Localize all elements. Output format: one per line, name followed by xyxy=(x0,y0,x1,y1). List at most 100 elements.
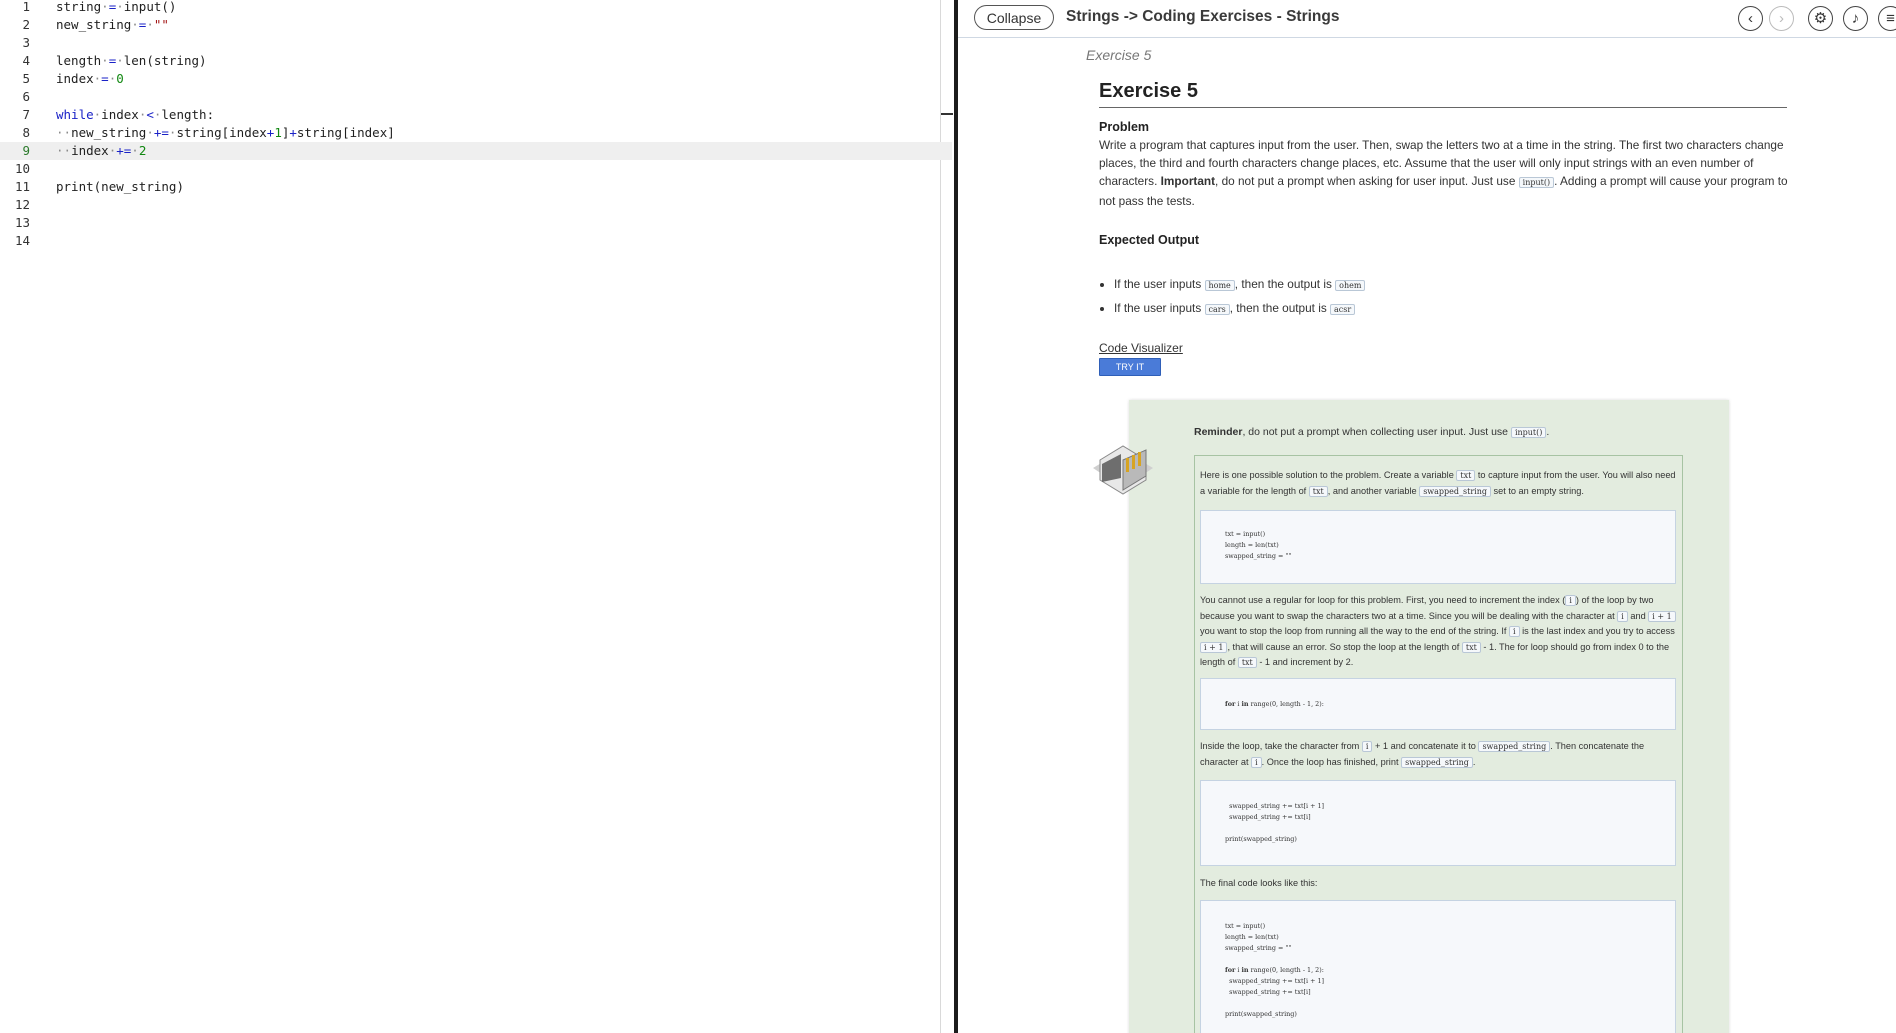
solution-text: Inside the loop, take the character from xyxy=(1200,741,1362,751)
inline-code: swapped_string xyxy=(1401,756,1473,768)
line-number: 7 xyxy=(22,107,30,122)
code-text[interactable]: string·=·input() xyxy=(56,0,176,16)
solution-paragraph: The final code looks like this: xyxy=(1200,878,1318,888)
gear-icon[interactable]: ⚙ xyxy=(1808,6,1833,31)
line-number: 14 xyxy=(14,233,30,248)
solution-text: set to an empty string. xyxy=(1490,485,1584,496)
code-text[interactable]: while·index·<·length: xyxy=(56,106,214,124)
solution-text: , and another variable xyxy=(1327,485,1420,496)
code-line[interactable]: 10 xyxy=(0,160,952,178)
scrollbar-marker xyxy=(941,113,953,115)
line-number: 10 xyxy=(14,161,30,176)
solution-box: Here is one possible solution to the pro… xyxy=(1194,455,1683,1033)
code-block-line: txt = input() xyxy=(1225,922,1266,930)
solution-paragraph: You cannot use a regular for loop for th… xyxy=(1200,593,1678,671)
code-block-line: length = len(txt) xyxy=(1225,541,1279,549)
code-block-line: print(swapped_string) xyxy=(1225,835,1297,843)
inline-code: cars xyxy=(1204,304,1230,315)
code-text[interactable]: new_string·=·"" xyxy=(56,16,169,34)
inline-code: swapped_string xyxy=(1478,741,1551,752)
code-line[interactable]: 11 print(new_string) xyxy=(0,178,952,196)
code-line[interactable]: 2 new_string·=·"" xyxy=(0,16,952,34)
code-block: swapped_string += txt[i + 1] swapped_str… xyxy=(1200,780,1676,866)
line-number: 1 xyxy=(22,0,30,14)
inline-code: txt xyxy=(1456,470,1476,481)
line-number: 9 xyxy=(22,143,30,158)
code-visualizer-link[interactable]: Code Visualizer xyxy=(1099,341,1183,355)
reminder-body: , do not put a prompt when collecting us… xyxy=(1242,426,1511,438)
inline-code: i + 1 xyxy=(1200,641,1228,653)
reminder-text: Reminder, do not put a prompt when colle… xyxy=(1194,426,1549,438)
guide-panel: Collapse Strings -> Coding Exercises - S… xyxy=(958,0,1896,1033)
inline-code: swapped_string xyxy=(1419,485,1491,497)
code-text[interactable]: ··new_string·+=·string[index+1]+string[i… xyxy=(56,124,395,142)
guide-toolbar: Collapse Strings -> Coding Exercises - S… xyxy=(958,0,1896,38)
code-editor[interactable]: 1 string·=·input() 2 new_string·=·"" 3 4 lengt… xyxy=(0,0,952,1033)
inline-code: input() xyxy=(1510,427,1547,438)
inline-code: i xyxy=(1617,610,1628,622)
try-it-button[interactable]: TRY IT xyxy=(1099,358,1161,376)
inline-code: home xyxy=(1204,280,1235,291)
code-block-line: txt = input() xyxy=(1225,530,1266,538)
solution-text: you want to stop the loop from running a… xyxy=(1200,626,1509,636)
line-number: 8 xyxy=(22,125,30,140)
line-number: 6 xyxy=(22,89,30,104)
inline-code: i xyxy=(1361,741,1373,752)
solution-text: . Once the loop has finished, print xyxy=(1261,756,1402,767)
line-number: 3 xyxy=(22,35,30,50)
code-block-line: length = len(txt) xyxy=(1225,933,1279,941)
example-text: If the user inputs xyxy=(1114,277,1205,291)
code-line[interactable]: 8 ··new_string·+=·string[index+1]+string[… xyxy=(0,124,952,142)
solution-text: , that will cause an error. So stop the … xyxy=(1227,641,1462,652)
building-icon xyxy=(1093,445,1153,495)
inline-code: i xyxy=(1251,756,1262,768)
problem-important: Important xyxy=(1160,174,1216,188)
code-text[interactable]: print(new_string) xyxy=(56,178,184,196)
code-line[interactable]: 9 ··index·+=·2 xyxy=(0,142,952,160)
read-aloud-icon[interactable]: ♪ xyxy=(1843,6,1868,31)
chevron-left-icon[interactable]: ‹ xyxy=(1738,6,1763,31)
line-number: 12 xyxy=(14,197,30,212)
code-line[interactable]: 6 xyxy=(0,88,952,106)
inline-code: txt xyxy=(1308,485,1328,497)
code-line[interactable]: 14 xyxy=(0,232,952,250)
solution-paragraph: Here is one possible solution to the pro… xyxy=(1200,468,1678,499)
inline-code: input() xyxy=(1518,177,1555,188)
code-block-line xyxy=(1225,998,1675,1009)
code-text[interactable]: length·=·len(string) xyxy=(56,52,207,70)
code-block-line: for i in range(0, length - 1, 2): xyxy=(1225,966,1324,974)
code-line[interactable]: 5 index·=·0 xyxy=(0,70,952,88)
inline-code: acsr xyxy=(1330,304,1356,315)
code-block: for i in range(0, length - 1, 2): xyxy=(1200,678,1676,730)
inline-code: ohem xyxy=(1335,280,1366,291)
code-block: txt = input() length = len(txt) swapped_st… xyxy=(1200,900,1676,1033)
reminder-end: . xyxy=(1546,426,1550,438)
code-block-line xyxy=(1225,954,1675,965)
code-block-line: swapped_string = "" xyxy=(1225,552,1292,560)
chevron-right-icon[interactable]: › xyxy=(1769,6,1794,31)
code-block-line: swapped_string += txt[i] xyxy=(1225,988,1311,996)
page-title: Exercise 5 xyxy=(1099,80,1787,108)
list-item: If the user inputs home, then the output… xyxy=(1114,272,1366,296)
line-number: 4 xyxy=(22,53,30,68)
inline-code: i xyxy=(1508,626,1520,637)
problem-text: Write a program that captures input from… xyxy=(1099,136,1789,210)
problem-heading: Problem xyxy=(1099,120,1150,134)
code-line[interactable]: 12 xyxy=(0,196,952,214)
example-text: , then the output is xyxy=(1234,277,1336,291)
code-line[interactable]: 13 xyxy=(0,214,952,232)
solution-text: + 1 and concatenate it to xyxy=(1372,741,1479,751)
inline-code: txt xyxy=(1461,641,1481,653)
menu-icon[interactable]: ≡ xyxy=(1878,6,1896,31)
reminder-bold: Reminder xyxy=(1194,426,1243,438)
code-line[interactable]: 7 while·index·<·length: xyxy=(0,106,952,124)
solution-text: - 1 and increment by 2. xyxy=(1256,657,1354,667)
solution-text: is the last index and you try to access xyxy=(1519,626,1675,636)
code-line[interactable]: 4 length·=·len(string) xyxy=(0,52,952,70)
collapse-button[interactable]: Collapse xyxy=(974,5,1054,30)
line-number: 5 xyxy=(22,71,30,86)
code-text[interactable]: ··index·+=·2 xyxy=(56,142,146,160)
code-line[interactable]: 1 string·=·input() xyxy=(0,0,952,16)
code-line[interactable]: 3 xyxy=(0,34,952,52)
code-text[interactable]: index·=·0 xyxy=(56,70,124,88)
